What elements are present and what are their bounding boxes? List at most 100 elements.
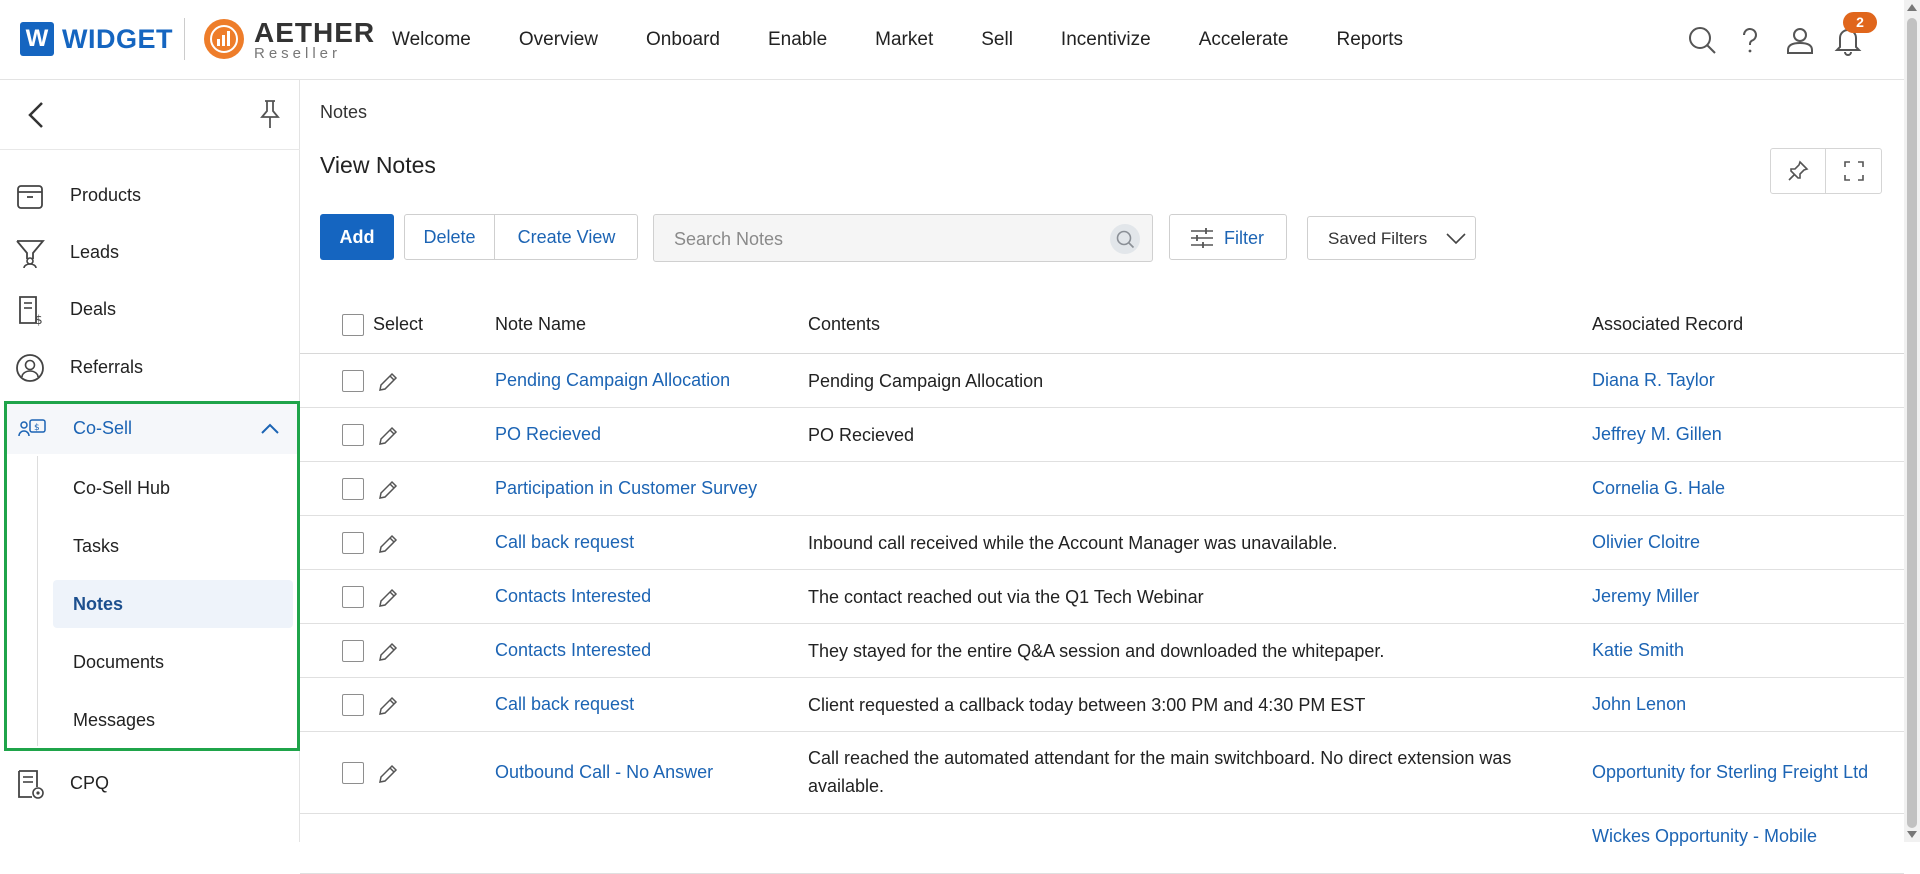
associated-record-link[interactable]: Olivier Cloitre — [1592, 532, 1700, 553]
associated-record-link[interactable]: Wickes Opportunity - Mobile — [1592, 826, 1817, 847]
widget-logo-mark[interactable]: W — [20, 22, 54, 56]
sidebar-item-deals[interactable]: $ Deals — [0, 282, 300, 338]
associated-record-link[interactable]: John Lenon — [1592, 694, 1686, 715]
saved-filters-dropdown[interactable]: Saved Filters — [1307, 216, 1476, 260]
add-button[interactable]: Add — [320, 214, 394, 260]
note-name-link[interactable]: Pending Campaign Allocation — [495, 370, 730, 391]
fullscreen-button[interactable] — [1827, 149, 1882, 193]
svg-text:$: $ — [34, 423, 40, 433]
delete-button[interactable]: Delete — [405, 215, 495, 259]
edit-pencil-icon[interactable] — [376, 694, 400, 718]
submenu-guide-line — [37, 456, 38, 746]
scroll-up-arrow-icon[interactable] — [1907, 4, 1917, 11]
user-profile-icon[interactable] — [1784, 24, 1816, 56]
sidebar-item-referrals[interactable]: Referrals — [0, 340, 300, 396]
sidebar-subitem-documents[interactable]: Documents — [53, 638, 293, 686]
sidebar-item-label: Deals — [70, 299, 117, 319]
column-header-note-name[interactable]: Note Name — [495, 314, 586, 335]
note-name-link[interactable]: Contacts Interested — [495, 586, 651, 607]
create-view-button[interactable]: Create View — [496, 215, 637, 259]
column-header-associated-record[interactable]: Associated Record — [1592, 314, 1743, 335]
edit-pencil-icon[interactable] — [376, 640, 400, 664]
nav-accelerate[interactable]: Accelerate — [1199, 29, 1289, 51]
edit-pencil-icon[interactable] — [376, 478, 400, 502]
breadcrumb[interactable]: Notes — [320, 102, 367, 123]
saved-filters-label: Saved Filters — [1328, 229, 1428, 248]
sidebar-item-leads[interactable]: Leads — [0, 225, 300, 281]
note-name-link[interactable]: Call back request — [495, 694, 634, 715]
search-submit-button[interactable] — [1110, 224, 1140, 254]
sidebar-item-products[interactable]: Products — [0, 168, 300, 224]
pin-sidebar-icon[interactable] — [256, 98, 284, 130]
nav-reports[interactable]: Reports — [1336, 29, 1403, 51]
associated-record-link[interactable]: Jeremy Miller — [1592, 586, 1699, 607]
note-contents: PO Recieved — [808, 425, 915, 445]
row-select-checkbox[interactable] — [342, 370, 364, 392]
row-select-checkbox[interactable] — [342, 640, 364, 662]
sidebar-subitem-tasks[interactable]: Tasks — [53, 522, 293, 570]
associated-record-link[interactable]: Cornelia G. Hale — [1592, 478, 1725, 499]
note-contents: They stayed for the entire Q&A session a… — [808, 641, 1385, 661]
nav-enable[interactable]: Enable — [768, 29, 827, 51]
row-select-checkbox[interactable] — [342, 694, 364, 716]
note-actions-group: Delete Create View — [404, 214, 638, 260]
table-row: Pending Campaign Allocation Pending Camp… — [300, 354, 1904, 408]
row-select-checkbox[interactable] — [342, 424, 364, 446]
edit-pencil-icon[interactable] — [376, 424, 400, 448]
sidebar-subitem-label: Messages — [73, 710, 156, 730]
note-name-link[interactable]: Contacts Interested — [495, 640, 651, 661]
edit-pencil-icon[interactable] — [376, 762, 400, 786]
scroll-down-arrow-icon[interactable] — [1907, 831, 1917, 838]
referral-icon — [16, 354, 44, 382]
nav-market[interactable]: Market — [875, 29, 933, 51]
help-icon[interactable] — [1734, 24, 1766, 56]
note-name-link[interactable]: Outbound Call - No Answer — [495, 762, 713, 783]
page-scrollbar[interactable] — [1904, 0, 1920, 842]
row-select-checkbox[interactable] — [342, 478, 364, 500]
column-header-contents[interactable]: Contents — [808, 314, 880, 335]
collapse-sidebar-chevron-left-icon[interactable] — [22, 100, 52, 130]
sidebar-subitem-co-sell-hub[interactable]: Co-Sell Hub — [53, 464, 293, 512]
sidebar-item-label: Products — [70, 185, 142, 205]
note-name-link[interactable]: Participation in Customer Survey — [495, 478, 757, 499]
search-notes-input[interactable]: Search Notes — [653, 214, 1153, 262]
row-select-checkbox[interactable] — [342, 762, 364, 784]
table-row: Wickes Opportunity - Mobile — [300, 814, 1904, 874]
column-header-select: Select — [373, 314, 424, 334]
associated-record-link[interactable]: Diana R. Taylor — [1592, 370, 1715, 391]
scrollbar-thumb[interactable] — [1907, 18, 1917, 828]
sidebar-item-cpq[interactable]: CPQ — [0, 756, 300, 812]
edit-pencil-icon[interactable] — [376, 370, 400, 394]
sidebar-subitem-messages[interactable]: Messages — [53, 696, 293, 744]
associated-record-link[interactable]: Opportunity for Sterling Freight Ltd — [1592, 762, 1868, 783]
note-contents: Call reached the automated attendant for… — [808, 748, 1512, 796]
table-row: Participation in Customer Survey Corneli… — [300, 462, 1904, 516]
row-select-checkbox[interactable] — [342, 532, 364, 554]
nav-incentivize[interactable]: Incentivize — [1061, 29, 1151, 51]
select-all-checkbox[interactable] — [342, 314, 364, 336]
sidebar: Products Leads $ Deals Referrals $ Co-Se… — [0, 80, 300, 842]
associated-record-link[interactable]: Jeffrey M. Gillen — [1592, 424, 1722, 445]
edit-pencil-icon[interactable] — [376, 586, 400, 610]
logo-divider — [184, 18, 185, 60]
pin-icon — [1788, 160, 1809, 181]
note-contents: Client requested a callback today betwee… — [808, 695, 1366, 715]
sidebar-subitem-notes[interactable]: Notes — [53, 580, 293, 628]
filter-button[interactable]: Filter — [1169, 214, 1287, 260]
row-select-checkbox[interactable] — [342, 586, 364, 608]
search-icon[interactable] — [1686, 24, 1718, 56]
nav-sell[interactable]: Sell — [981, 29, 1013, 51]
associated-record-link[interactable]: Katie Smith — [1592, 640, 1684, 661]
note-name-link[interactable]: PO Recieved — [495, 424, 601, 445]
sidebar-item-co-sell[interactable]: $ Co-Sell — [7, 404, 297, 454]
co-sell-section: $ Co-Sell Co-Sell Hub Tasks Notes Docume… — [4, 401, 300, 751]
note-name-link[interactable]: Call back request — [495, 532, 634, 553]
pin-view-button[interactable] — [1771, 149, 1826, 193]
chevron-up-icon[interactable] — [259, 418, 281, 440]
nav-welcome[interactable]: Welcome — [392, 29, 471, 51]
nav-overview[interactable]: Overview — [519, 29, 598, 51]
nav-onboard[interactable]: Onboard — [646, 29, 720, 51]
widget-logo-text[interactable]: WIDGET — [62, 24, 173, 55]
edit-pencil-icon[interactable] — [376, 532, 400, 556]
table-row: Outbound Call - No Answer Call reached t… — [300, 732, 1904, 814]
